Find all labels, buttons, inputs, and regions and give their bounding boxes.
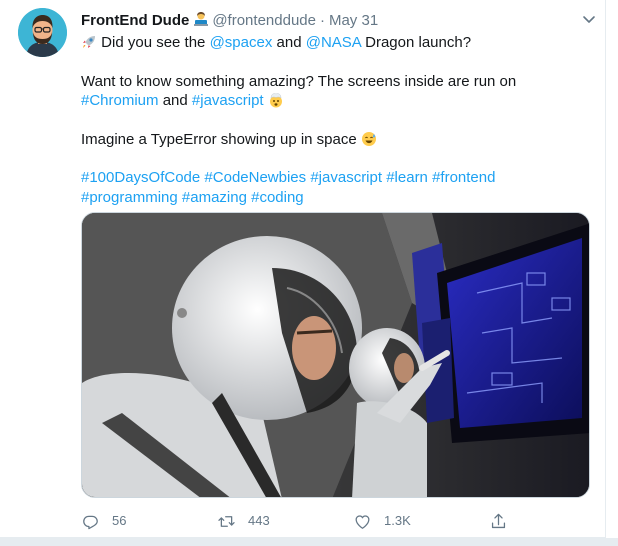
- heart-icon: [355, 514, 370, 529]
- exploding-head-emoji-icon: [268, 92, 284, 108]
- line-2-start: Want to know something amazing? The scre…: [81, 72, 517, 90]
- line-1-and: and: [276, 34, 302, 51]
- hashtag-programming[interactable]: #programming: [81, 189, 178, 206]
- tweet-line-2: Want to know something amazing? The scre…: [81, 72, 581, 111]
- reply-count: 56: [112, 513, 127, 528]
- hashtag-learn[interactable]: #learn: [386, 169, 428, 186]
- retweet-icon: [218, 515, 235, 527]
- hashtag-amazing[interactable]: #amazing: [182, 189, 247, 206]
- avatar-illustration: [18, 8, 67, 57]
- timeline-divider: [0, 538, 618, 546]
- tweet-card[interactable]: FrontEnd Dude @frontenddude · May 31 Did yo…: [0, 0, 606, 538]
- rocket-emoji-icon: [81, 34, 97, 50]
- mention-spacex[interactable]: @spacex: [210, 34, 273, 51]
- tweet-date[interactable]: May 31: [329, 12, 378, 29]
- hashtag-javascript[interactable]: #javascript: [192, 92, 264, 109]
- astronauts-photo: [82, 213, 589, 497]
- like-count: 1.3K: [384, 513, 411, 528]
- author-handle[interactable]: @frontenddude: [212, 12, 316, 29]
- tweet-header: FrontEnd Dude @frontenddude · May 31: [81, 11, 585, 31]
- hashtag-coding[interactable]: #coding: [251, 189, 304, 206]
- share-button[interactable]: [489, 510, 508, 532]
- tweet-actions: 56 443 1.3K: [81, 510, 511, 532]
- reply-button[interactable]: 56: [81, 510, 126, 532]
- tweet-line-1: Did you see the @spacex and @NASA Dragon…: [81, 33, 581, 53]
- like-button[interactable]: 1.3K: [353, 510, 411, 532]
- sweat-smile-emoji-icon: [361, 131, 377, 147]
- reply-icon: [83, 515, 98, 529]
- tweet-line-3: Imagine a TypeError showing up in space: [81, 130, 581, 150]
- hashtag-frontend[interactable]: #frontend: [432, 169, 495, 186]
- hashtag-codenewbies[interactable]: #CodeNewbies: [204, 169, 306, 186]
- separator-dot: ·: [319, 12, 325, 29]
- retweet-button[interactable]: 443: [217, 510, 270, 532]
- author-name[interactable]: FrontEnd Dude: [81, 12, 189, 29]
- tweet-media-photo[interactable]: [81, 212, 590, 498]
- line-1-start: Did you see the: [101, 34, 206, 51]
- line-3-text: Imagine a TypeError showing up in space: [81, 130, 357, 148]
- mention-nasa[interactable]: @NASA: [306, 34, 361, 51]
- hashtag-javascript-2[interactable]: #javascript: [310, 169, 382, 186]
- tweet-text: Did you see the @spacex and @NASA Dragon…: [81, 33, 581, 207]
- technologist-emoji-icon: [193, 11, 209, 27]
- retweet-count: 443: [248, 513, 270, 528]
- tweet-hashtags: #100DaysOfCode #CodeNewbies #javascript …: [81, 168, 581, 207]
- share-icon: [491, 513, 506, 528]
- chevron-down-icon[interactable]: [581, 11, 597, 27]
- line-2-and: and: [162, 92, 188, 109]
- hashtag-chromium[interactable]: #Chromium: [81, 92, 159, 109]
- avatar[interactable]: [18, 8, 67, 57]
- hashtag-100daysofcode[interactable]: #100DaysOfCode: [81, 169, 200, 186]
- line-1-end: Dragon launch?: [365, 34, 472, 51]
